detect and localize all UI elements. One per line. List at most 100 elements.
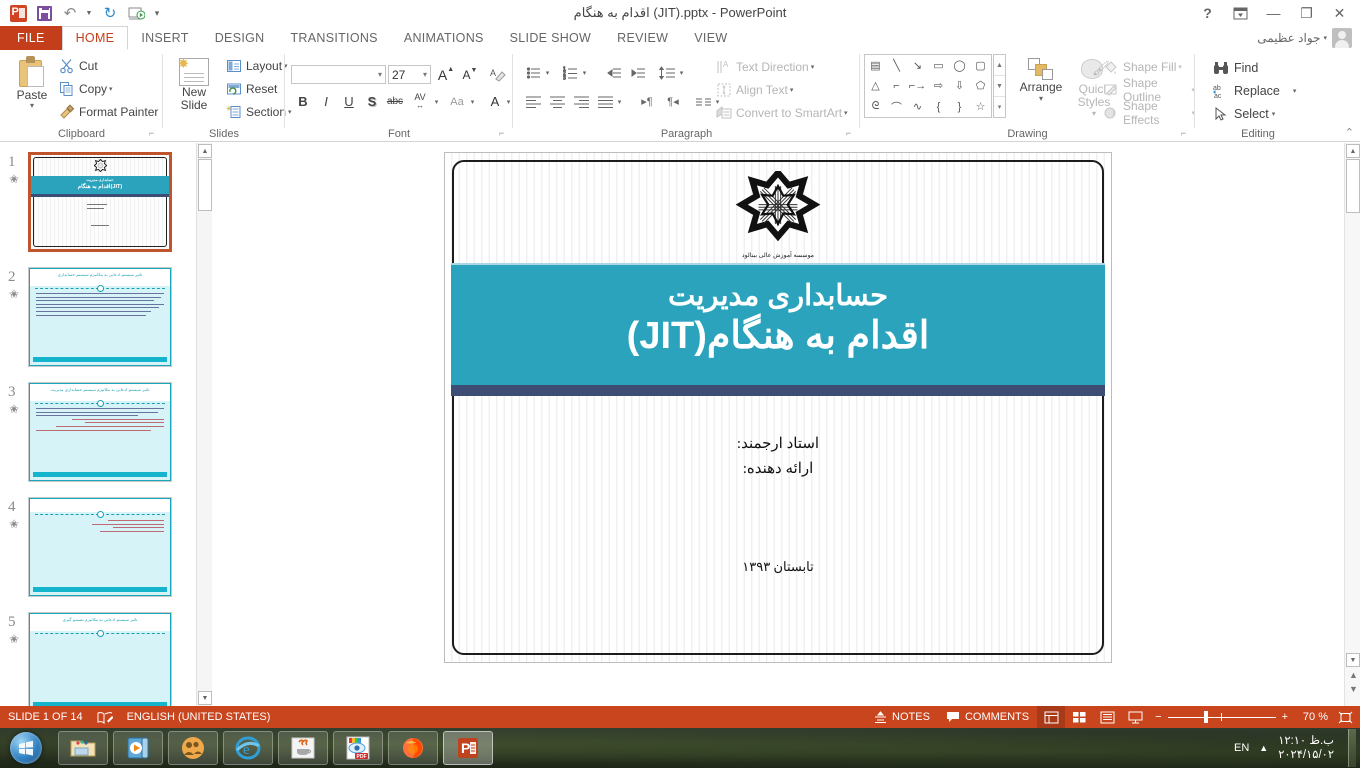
text-direction-button[interactable]: A Text Direction ▾ (716, 56, 814, 78)
shape-elbow-connector-icon[interactable]: ⌐ (886, 76, 907, 97)
shape-down-arrow-icon[interactable]: ⇩ (949, 76, 970, 97)
slide-counter[interactable]: SLIDE 1 OF 14 (8, 711, 83, 723)
align-text-button[interactable]: Align Text ▾ (716, 79, 793, 101)
language-indicator[interactable]: ENGLISH (UNITED STATES) (127, 711, 271, 723)
paste-button[interactable]: Paste ▾ (6, 54, 58, 110)
slide-thumbnail-pane[interactable]: 1 ✬ حسابداری مدیریت اقدام به هنگام(J (0, 143, 195, 706)
thumbnail-scroll-up-icon[interactable]: ▲ (198, 144, 212, 158)
thumbnail-slide-5[interactable]: 5 ✬ تاثیر سیستم ادعایی به مکانیزم تصمیم … (0, 612, 195, 706)
shape-line-icon[interactable]: ╲ (886, 55, 907, 76)
shape-outline-button[interactable]: Shape Outline ▾ (1103, 79, 1195, 101)
shape-rectangle-icon[interactable]: ▭ (928, 55, 949, 76)
paragraph-dialog-launcher-icon[interactable]: ⌐ (846, 128, 857, 139)
strikethrough-button[interactable]: abc (384, 91, 406, 112)
close-button[interactable]: ✕ (1323, 0, 1356, 26)
font-dialog-launcher-icon[interactable]: ⌐ (499, 128, 510, 139)
shapes-scroll-up-icon[interactable]: ▲ (994, 55, 1005, 76)
character-spacing-button[interactable]: AV↔ (407, 91, 433, 112)
undo-dropdown-icon[interactable]: ▼ (84, 2, 96, 24)
numbering-dropdown-icon[interactable]: ▾ (580, 62, 591, 83)
clock[interactable]: ۱۲:۱۰ ب.ظ ۲۰۲۴/۱۵/۰۲ (1278, 734, 1334, 762)
line-spacing-button[interactable] (657, 62, 678, 83)
select-dropdown-icon[interactable]: ▾ (1272, 110, 1276, 118)
shape-fill-dropdown-icon[interactable]: ▾ (1178, 63, 1182, 71)
bold-button[interactable]: B (292, 91, 314, 112)
format-painter-button[interactable]: Format Painter (56, 101, 161, 122)
thumbnail-scrollbar-thumb[interactable] (198, 159, 212, 211)
account-chevron-down-icon[interactable]: ▾ (1323, 34, 1327, 42)
smartart-dropdown-icon[interactable]: ▾ (844, 109, 848, 117)
shape-left-brace-icon[interactable]: { (928, 96, 949, 117)
ltr-text-direction-button[interactable]: ▸¶ (635, 91, 659, 112)
zoom-slider[interactable] (1168, 706, 1276, 728)
clear-formatting-icon[interactable]: A (487, 64, 509, 85)
shape-fill-button[interactable]: Shape Fill ▾ (1103, 56, 1182, 78)
slide-show-view-button[interactable] (1121, 706, 1149, 728)
minimize-button[interactable]: — (1257, 0, 1290, 26)
zoom-slider-handle[interactable] (1204, 711, 1208, 723)
align-text-dropdown-icon[interactable]: ▾ (790, 86, 794, 94)
shape-curve-icon[interactable]: ⌒ (886, 96, 907, 117)
align-left-button[interactable] (523, 91, 544, 112)
slide-editing-area[interactable]: موسسه آموزش عالی بینالود حسابداری مدیریت… (213, 143, 1342, 706)
thumbnail-slide-1[interactable]: 1 ✬ حسابداری مدیریت اقدام به هنگام(J (0, 152, 195, 260)
reset-button[interactable]: Reset (223, 78, 280, 99)
thumbnail-pane-scrollbar[interactable]: ▲ ▼ (196, 143, 212, 706)
line-spacing-dropdown-icon[interactable]: ▾ (677, 62, 688, 83)
tab-file[interactable]: FILE (0, 26, 62, 50)
proofing-icon[interactable] (97, 711, 113, 724)
restore-button[interactable]: ❐ (1290, 0, 1323, 26)
tab-review[interactable]: REVIEW (604, 26, 681, 50)
justify-button[interactable] (595, 91, 616, 112)
zoom-out-button[interactable]: − (1155, 711, 1161, 723)
comments-button[interactable]: COMMENTS (938, 706, 1037, 728)
redo-icon[interactable]: ↻ (98, 2, 122, 24)
shape-pentagon-icon[interactable]: ⬠ (970, 76, 991, 97)
slide-area-scrollbar[interactable]: ▲ ▼ ▲ ▼ (1344, 143, 1360, 706)
rtl-text-direction-button[interactable]: ¶◂ (661, 91, 685, 112)
shape-rounded-rectangle-icon[interactable]: ▢ (970, 55, 991, 76)
zoom-in-button[interactable]: + (1282, 711, 1288, 723)
font-color-button[interactable]: A (484, 91, 506, 112)
decrease-indent-button[interactable] (603, 62, 624, 83)
find-button[interactable]: Find (1213, 56, 1258, 79)
java-icon[interactable] (278, 731, 328, 765)
bullets-dropdown-icon[interactable]: ▾ (543, 62, 554, 83)
tab-insert[interactable]: INSERT (128, 26, 201, 50)
increase-indent-button[interactable] (627, 62, 648, 83)
next-slide-icon[interactable]: ▼ (1348, 683, 1359, 695)
text-shadow-button[interactable]: S (361, 91, 383, 112)
thumbnail-slide-2[interactable]: 2 ✬ تاثیر سیستم ادعایی به مکانیزم سیستم … (0, 267, 195, 375)
account-area[interactable]: جواد عظیمی ▾ (1257, 28, 1352, 48)
decrease-font-size-button[interactable]: A▼ (459, 64, 481, 85)
shapes-gallery[interactable]: ▤ ╲ ↘ ▭ ◯ ▢ △ ⌐ ⌐→ ⇨ ⇩ ⬠ ᘓ ⌒ ∿ { } ☆ (864, 54, 992, 118)
shape-effects-button[interactable]: Shape Effects ▾ (1103, 102, 1195, 124)
numbering-button[interactable]: 123 (560, 62, 581, 83)
pdf-reader-icon[interactable]: PDF (333, 731, 383, 765)
layout-button[interactable]: Layout ▾ (223, 55, 291, 76)
shape-right-arrow-icon[interactable]: ⇨ (928, 76, 949, 97)
normal-view-button[interactable] (1037, 706, 1065, 728)
select-button[interactable]: Select ▾ (1213, 102, 1275, 125)
internet-explorer-icon[interactable]: e (223, 731, 273, 765)
previous-slide-icon[interactable]: ▲ (1348, 669, 1359, 681)
media-player-icon[interactable] (113, 731, 163, 765)
tab-view[interactable]: VIEW (681, 26, 740, 50)
underline-button[interactable]: U (338, 91, 360, 112)
tab-design[interactable]: DESIGN (202, 26, 278, 50)
shape-oval-icon[interactable]: ◯ (949, 55, 970, 76)
justify-dropdown-icon[interactable]: ▾ (615, 91, 626, 112)
thumbnail-slide-4[interactable]: 4 ✬ (0, 497, 195, 605)
shape-arrow-icon[interactable]: ↘ (907, 55, 928, 76)
columns-button[interactable] (693, 91, 714, 112)
cut-button[interactable]: Cut (56, 55, 101, 76)
show-desktop-button[interactable] (1348, 729, 1356, 767)
powerpoint-taskbar-icon[interactable]: P (443, 731, 493, 765)
thumbnail-slide-3[interactable]: 3 ✬ تاثیر سیستم ادعایی به مکانیزم سیستم … (0, 382, 195, 490)
shape-freeform-icon[interactable]: ᘓ (865, 96, 886, 117)
convert-to-smartart-button[interactable]: Convert to SmartArt ▾ (716, 102, 848, 124)
copy-dropdown-icon[interactable]: ▾ (109, 85, 113, 93)
current-slide[interactable]: موسسه آموزش عالی بینالود حسابداری مدیریت… (444, 152, 1112, 663)
arrange-button[interactable]: Arrange ▾ (1015, 56, 1067, 103)
customize-qat-icon[interactable]: ▾ (150, 2, 164, 24)
